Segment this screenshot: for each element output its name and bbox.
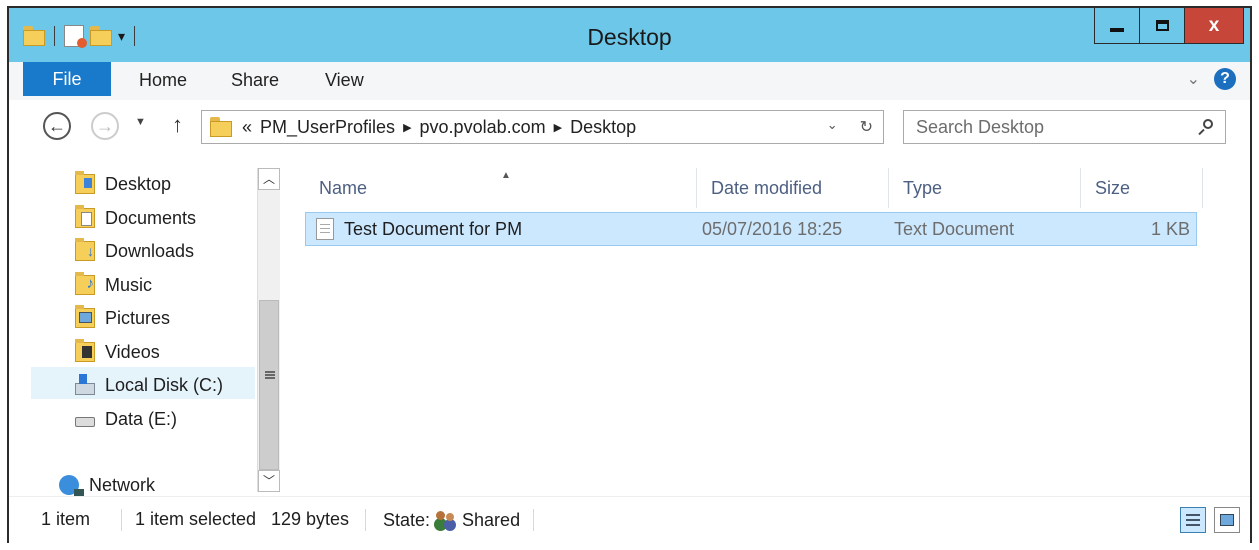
view-switcher [1180,507,1240,533]
nav-item-network[interactable]: Network [59,471,155,499]
back-button[interactable]: ← [43,112,71,140]
breadcrumb-arrow-icon[interactable]: ▶ [403,121,411,134]
nav-item-data-drive[interactable]: Data (E:) [75,405,177,433]
nav-item-music[interactable]: Music [75,271,152,299]
recent-locations-dropdown-icon[interactable]: ▼ [135,116,146,128]
main-area: Desktop Documents Downloads Music Pictur… [9,158,1250,499]
file-size: 1 KB [1150,219,1190,239]
file-type: Text Document [894,219,1015,239]
tab-file[interactable]: File [23,62,111,96]
column-header-size[interactable]: Size [1081,168,1203,208]
tab-home[interactable]: Home [139,70,187,91]
text-document-icon [316,218,334,240]
file-list: ▲ Name Date modified Type Size Test Docu… [289,158,1250,496]
ribbon-right-controls: ⌄ ? [1187,68,1236,90]
refresh-icon[interactable]: ↻ [860,117,873,137]
nav-item-label: Pictures [105,307,171,328]
search-input[interactable]: Search Desktop [916,117,1197,138]
maximize-icon [1155,20,1169,31]
column-header-type[interactable]: Type [889,168,1081,208]
close-button[interactable]: x [1184,8,1244,44]
breadcrumb-item[interactable]: PM_UserProfiles [260,117,395,138]
navigation-pane: Desktop Documents Downloads Music Pictur… [25,158,281,499]
status-separator [121,509,122,531]
sort-ascending-icon: ▲ [501,170,511,181]
nav-item-label: Music [105,274,153,295]
status-bytes: 129 bytes [271,509,350,529]
downloads-folder-icon [75,238,95,261]
drive-icon [75,417,95,427]
breadcrumb-arrow-icon[interactable]: ▶ [554,121,562,134]
nav-item-label: Network [89,474,156,495]
music-folder-icon [75,272,95,295]
scroll-up-icon[interactable]: ︿ [258,168,280,190]
minimize-icon [1110,27,1124,32]
status-separator [365,509,366,531]
ribbon-tabs: File Home Share View ⌄ ? [9,62,1250,100]
status-state-label: State: [383,510,431,530]
nav-item-label: Local Disk (C:) [105,374,224,395]
breadcrumb-item[interactable]: Desktop [570,117,636,138]
large-icons-view-icon[interactable] [1214,507,1240,533]
column-header-name[interactable]: ▲ Name [305,168,697,208]
status-separator [533,509,534,531]
nav-item-local-disk[interactable]: Local Disk (C:) [75,371,223,399]
details-view-icon[interactable] [1180,507,1206,533]
table-row[interactable]: Test Document for PM 05/07/2016 18:25 Te… [305,212,1197,246]
file-date-modified: 05/07/2016 18:25 [702,219,843,239]
maximize-button[interactable] [1139,8,1185,44]
nav-scrollbar[interactable]: ︿ ﹀ [257,168,280,492]
breadcrumb-overflow[interactable]: « [242,117,252,138]
nav-item-label: Data (E:) [105,408,178,429]
forward-button[interactable]: → [91,112,119,140]
shared-users-icon [434,509,458,529]
nav-item-pictures[interactable]: Pictures [75,304,170,332]
folder-icon [210,117,232,137]
nav-item-downloads[interactable]: Downloads [75,237,194,265]
status-selected-info: 1 item selected [135,509,257,529]
tab-view[interactable]: View [325,70,364,91]
search-box[interactable]: Search Desktop [903,110,1226,144]
pictures-folder-icon [75,305,95,328]
videos-folder-icon [75,339,95,362]
help-icon[interactable]: ? [1214,68,1236,90]
up-button[interactable]: ↑ [172,112,183,138]
nav-item-label: Desktop [105,173,172,194]
scroll-down-icon[interactable]: ﹀ [258,470,280,492]
file-name: Test Document for PM [344,219,523,239]
address-dropdown-icon[interactable]: ⌄ [827,117,838,137]
breadcrumb-item[interactable]: pvo.pvolab.com [420,117,546,138]
navigation-bar: ← → ▼ ↑ « PM_UserProfiles ▶ pvo.pvolab.c… [9,100,1250,158]
network-icon [59,475,84,497]
expand-ribbon-icon[interactable]: ⌄ [1187,69,1200,89]
grip-icon [265,371,275,379]
search-icon[interactable] [1197,119,1213,135]
address-actions: ⌄ ↻ [827,117,873,137]
caption-buttons: x [1094,8,1244,44]
explorer-window: ▾ Desktop x File Home Share View ⌄ ? ← →… [7,6,1252,544]
nav-item-label: Downloads [105,240,195,261]
tab-share[interactable]: Share [231,70,279,91]
documents-folder-icon [75,205,95,228]
breadcrumb: « PM_UserProfiles ▶ pvo.pvolab.com ▶ Des… [242,117,636,138]
nav-item-documents[interactable]: Documents [75,204,196,232]
minimize-button[interactable] [1094,8,1140,44]
nav-item-videos[interactable]: Videos [75,338,160,366]
local-disk-icon [75,374,95,395]
nav-item-label: Documents [105,207,197,228]
status-state: State: Shared [383,509,520,531]
address-bar[interactable]: « PM_UserProfiles ▶ pvo.pvolab.com ▶ Des… [201,110,884,144]
window-title: Desktop [587,24,672,50]
scrollbar-thumb[interactable] [259,300,279,470]
status-bar: 1 item 1 item selected 129 bytes State: S… [9,496,1250,544]
nav-item-desktop[interactable]: Desktop [75,170,171,198]
status-state-value: Shared [462,510,521,530]
status-item-count: 1 item [41,509,91,529]
title-bar[interactable]: ▾ Desktop x [9,8,1250,62]
nav-item-label: Videos [105,341,160,362]
column-header-date-modified[interactable]: Date modified [697,168,889,208]
desktop-folder-icon [75,171,95,194]
